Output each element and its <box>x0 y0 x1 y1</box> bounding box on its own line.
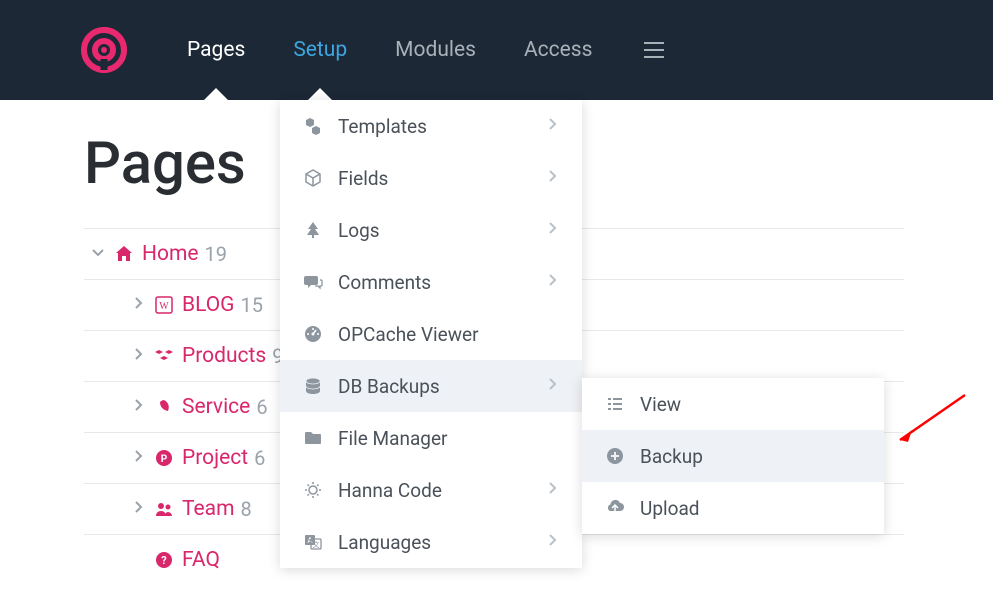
chevron-right-icon <box>544 272 560 292</box>
svg-text:P: P <box>161 454 168 465</box>
chevron-right-icon[interactable] <box>130 346 146 366</box>
nav-label: Pages <box>187 38 245 62</box>
chevron-right-icon[interactable] <box>130 448 146 468</box>
chevron-right-icon <box>544 220 560 240</box>
chevron-right-icon[interactable] <box>130 295 146 315</box>
wordpress-icon: W <box>154 295 174 315</box>
home-icon <box>114 244 134 264</box>
tree-label[interactable]: BLOG <box>182 293 234 317</box>
tree-count: 8 <box>241 497 252 521</box>
nav-modules[interactable]: Modules <box>371 0 500 100</box>
chevron-right-icon[interactable] <box>130 397 146 417</box>
tree-label[interactable]: FAQ <box>182 548 220 572</box>
chevron-right-icon <box>544 532 560 552</box>
tree-label[interactable]: Project <box>182 446 248 470</box>
menu-item-languages[interactable]: A文 Languages <box>280 516 582 568</box>
tree-label[interactable]: Team <box>182 497 235 521</box>
menu-label: DB Backups <box>338 375 544 398</box>
menu-label: Fields <box>338 167 544 190</box>
menu-label: Templates <box>338 115 544 138</box>
tree-count: 15 <box>240 293 262 317</box>
svg-text:文: 文 <box>313 540 320 549</box>
nav-access[interactable]: Access <box>500 0 617 100</box>
menu-item-db-backups[interactable]: DB Backups <box>280 360 582 412</box>
menu-label: Languages <box>338 531 544 554</box>
setup-dropdown: Templates Fields Logs Comments OPCache V… <box>280 100 582 568</box>
chevron-right-icon <box>544 480 560 500</box>
language-icon: A文 <box>302 532 324 552</box>
menu-item-comments[interactable]: Comments <box>280 256 582 308</box>
submenu-item-backup[interactable]: Backup <box>582 430 884 482</box>
nav-label: Setup <box>293 38 347 62</box>
menu-label: Backup <box>640 445 862 468</box>
menu-label: Logs <box>338 219 544 242</box>
menu-label: Upload <box>640 497 862 520</box>
menu-label: File Manager <box>338 427 560 450</box>
menu-item-opcache[interactable]: OPCache Viewer <box>280 308 582 360</box>
question-circle-icon: ? <box>154 550 174 570</box>
chevron-right-icon <box>544 116 560 136</box>
badge-p-icon: P <box>154 448 174 468</box>
chevron-down-icon[interactable] <box>90 244 106 264</box>
top-navbar: Pages Setup Modules Access <box>0 0 993 100</box>
dashboard-icon <box>302 324 324 344</box>
tree-label[interactable]: Products <box>182 344 266 368</box>
nav-setup[interactable]: Setup <box>269 0 371 100</box>
submenu-item-upload[interactable]: Upload <box>582 482 884 534</box>
templates-icon <box>302 116 324 136</box>
tree-icon <box>302 220 324 240</box>
tree-count: 6 <box>256 395 267 419</box>
menu-item-templates[interactable]: Templates <box>280 100 582 152</box>
menu-label: OPCache Viewer <box>338 323 560 346</box>
cubes-icon <box>154 346 174 366</box>
chevron-right-icon[interactable] <box>130 499 146 519</box>
tree-label[interactable]: Home <box>142 242 199 266</box>
chevron-right-icon <box>544 168 560 188</box>
svg-text:?: ? <box>161 554 167 567</box>
svg-text:W: W <box>159 301 169 312</box>
menu-item-logs[interactable]: Logs <box>280 204 582 256</box>
menu-label: View <box>640 393 862 416</box>
list-icon <box>604 394 626 414</box>
sun-icon <box>302 480 324 500</box>
nav-label: Modules <box>395 38 476 62</box>
cube-icon <box>302 168 324 188</box>
chevron-right-icon <box>544 376 560 396</box>
logo-icon[interactable] <box>80 26 128 74</box>
cloud-upload-icon <box>604 498 626 518</box>
database-icon <box>302 376 324 396</box>
hamburger-icon[interactable] <box>634 32 674 68</box>
submenu-item-view[interactable]: View <box>582 378 884 430</box>
plus-circle-icon <box>604 446 626 466</box>
nav-label: Access <box>524 38 593 62</box>
comments-icon <box>302 272 324 292</box>
nav-items: Pages Setup Modules Access <box>163 0 616 100</box>
tree-count: 19 <box>205 242 227 266</box>
menu-label: Comments <box>338 271 544 294</box>
db-backups-submenu: View Backup Upload <box>582 378 884 534</box>
nav-pages[interactable]: Pages <box>163 0 269 100</box>
menu-item-fields[interactable]: Fields <box>280 152 582 204</box>
leaf-icon <box>154 397 174 417</box>
menu-item-file-manager[interactable]: File Manager <box>280 412 582 464</box>
tree-count: 6 <box>254 446 265 470</box>
menu-label: Hanna Code <box>338 479 544 502</box>
folder-icon <box>302 428 324 448</box>
tree-label[interactable]: Service <box>182 395 250 419</box>
users-icon <box>154 499 174 519</box>
menu-item-hanna-code[interactable]: Hanna Code <box>280 464 582 516</box>
